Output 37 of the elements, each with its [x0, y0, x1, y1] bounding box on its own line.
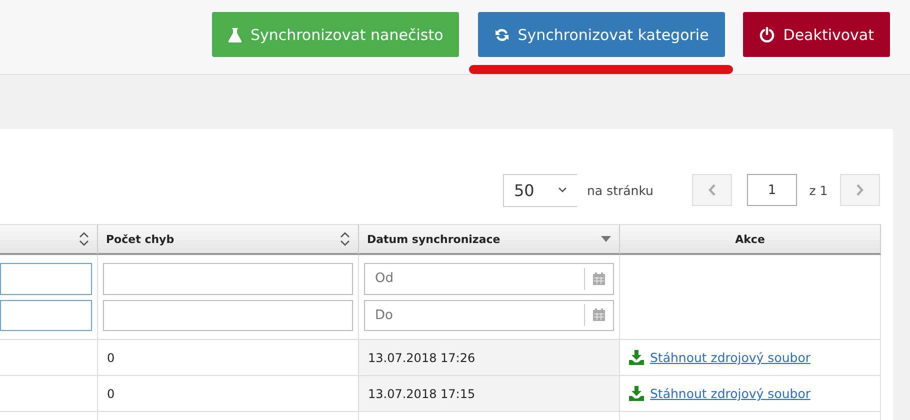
page-input[interactable]: 1	[747, 174, 797, 206]
chevron-right-icon	[856, 184, 864, 196]
chevron-left-icon	[708, 184, 716, 196]
filter-field[interactable]	[0, 300, 92, 331]
toolbar-button[interactable]: Deaktivovat	[743, 12, 890, 57]
download-link[interactable]: Stáhnout zdrojový soubor	[650, 350, 810, 365]
sort-descending-icon[interactable]	[601, 236, 611, 242]
table-cell: 13.07.2018 17:26	[368, 350, 476, 364]
column-header[interactable]: Akce	[620, 224, 881, 255]
page-size-select[interactable]: 50	[503, 174, 577, 206]
column-header[interactable]: Datum synchronizace	[359, 224, 620, 255]
download-icon[interactable]	[629, 386, 644, 401]
page-count: z 1	[808, 182, 829, 198]
sort-icon[interactable]	[79, 232, 89, 246]
column-title: Počet chyb	[106, 232, 174, 246]
filter-field[interactable]	[0, 263, 92, 294]
table-cell: 13.07.2018 17:15	[368, 386, 476, 400]
calendar-icon[interactable]	[592, 272, 606, 286]
download-link[interactable]: Stáhnout zdrojový soubor	[650, 386, 810, 401]
column-header[interactable]: Počet chyb	[98, 224, 359, 255]
table-cell: 0	[107, 386, 115, 400]
page-size-label: na stránku	[587, 182, 654, 198]
sort-icon[interactable]	[340, 232, 350, 246]
calendar-icon[interactable]	[592, 308, 606, 322]
date-filter-field[interactable]: Od	[364, 263, 614, 294]
filter-field[interactable]	[103, 263, 353, 294]
chevron-down-icon	[558, 187, 567, 193]
power-icon	[759, 26, 776, 42]
sync-icon	[494, 26, 510, 42]
column-title: Datum synchronizace	[367, 232, 500, 246]
download-icon[interactable]	[629, 350, 644, 365]
column-title: Akce	[735, 232, 765, 246]
flask-icon	[228, 26, 242, 42]
table-cell: 0	[107, 350, 115, 364]
toolbar-button[interactable]: Synchronizovat kategorie	[478, 12, 725, 57]
date-filter-field[interactable]: Do	[364, 300, 614, 331]
filter-field[interactable]	[103, 300, 353, 331]
